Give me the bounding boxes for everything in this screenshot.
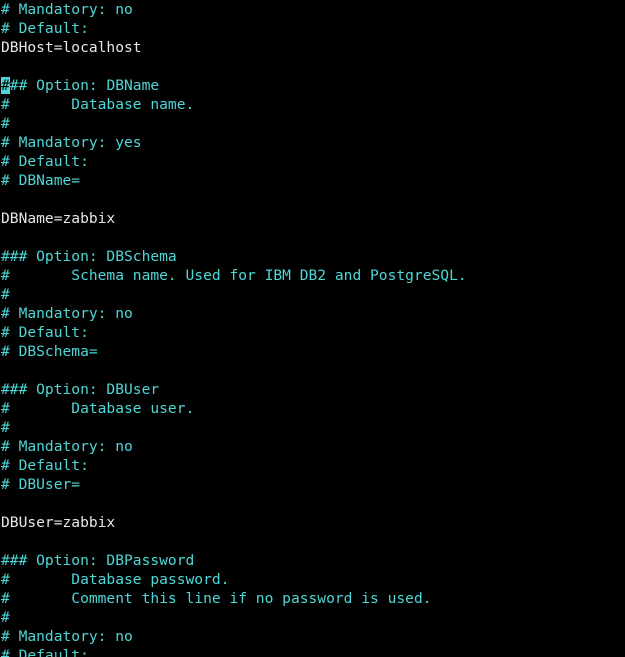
terminal-blank-line	[1, 361, 625, 380]
terminal-line-text: ### Option: DBSchema	[1, 248, 177, 265]
terminal-line: # Mandatory: no	[1, 627, 625, 646]
terminal-line-text	[1, 191, 10, 208]
terminal-line: ### Option: DBName	[1, 76, 625, 95]
terminal-line: ### Option: DBPassword	[1, 551, 625, 570]
terminal-line: # Comment this line if no password is us…	[1, 589, 625, 608]
text-cursor: #	[1, 77, 10, 94]
terminal-window[interactable]: # Mandatory: no # Default: DBHost=localhos…	[0, 0, 625, 657]
terminal-line-text: DBUser=zabbix	[1, 514, 115, 531]
terminal-line-text: # Default:	[1, 153, 89, 170]
terminal-line-text: # Mandatory: no	[1, 1, 133, 18]
terminal-line-text: ### Option: DBPassword	[1, 552, 194, 569]
terminal-line-text: # Default:	[1, 647, 89, 657]
terminal-line-text: DBName=zabbix	[1, 210, 115, 227]
terminal-line-text	[1, 229, 10, 246]
terminal-line-text: # DBSchema=	[1, 343, 98, 360]
terminal-line-text: # Mandatory: no	[1, 305, 133, 322]
terminal-line: # Mandatory: yes	[1, 133, 625, 152]
terminal-line-text	[1, 362, 10, 379]
terminal-line-text: #	[1, 419, 10, 436]
terminal-line-text	[1, 58, 10, 75]
terminal-line-text: # Mandatory: no	[1, 628, 133, 645]
terminal-line: # DBUser=	[1, 475, 625, 494]
terminal-line: # DBSchema=	[1, 342, 625, 361]
terminal-blank-line	[1, 532, 625, 551]
terminal-line-text: #	[1, 115, 10, 132]
terminal-line: # Default:	[1, 152, 625, 171]
terminal-line-text: #	[1, 286, 10, 303]
terminal-line-text: # Default:	[1, 324, 89, 341]
terminal-line: # Schema name. Used for IBM DB2 and Post…	[1, 266, 625, 285]
terminal-line: #	[1, 285, 625, 304]
terminal-line: # Database password.	[1, 570, 625, 589]
terminal-line: # Default:	[1, 19, 625, 38]
terminal-line: # Default:	[1, 456, 625, 475]
terminal-line: DBUser=zabbix	[1, 513, 625, 532]
terminal-line-text: # Mandatory: yes	[1, 134, 142, 151]
terminal-line: # DBName=	[1, 171, 625, 190]
terminal-line: # Mandatory: no	[1, 437, 625, 456]
terminal-line-text	[1, 533, 10, 550]
terminal-line-text: ## Option: DBName	[10, 77, 159, 94]
terminal-line-text: # DBUser=	[1, 476, 80, 493]
terminal-line-text: # Database user.	[1, 400, 194, 417]
terminal-line-text: # Database password.	[1, 571, 229, 588]
terminal-line: # Default:	[1, 646, 625, 657]
terminal-line: #	[1, 114, 625, 133]
terminal-line: # Mandatory: no	[1, 0, 625, 19]
terminal-line: # Database name.	[1, 95, 625, 114]
terminal-line-text: ### Option: DBUser	[1, 381, 159, 398]
terminal-line-text: # Schema name. Used for IBM DB2 and Post…	[1, 267, 467, 284]
terminal-line: DBHost=localhost	[1, 38, 625, 57]
terminal-blank-line	[1, 228, 625, 247]
terminal-line: DBName=zabbix	[1, 209, 625, 228]
terminal-line: ### Option: DBSchema	[1, 247, 625, 266]
terminal-line-text: # DBName=	[1, 172, 80, 189]
terminal-line-text: # Mandatory: no	[1, 438, 133, 455]
terminal-blank-line	[1, 190, 625, 209]
terminal-line: # Default:	[1, 323, 625, 342]
terminal-blank-line	[1, 57, 625, 76]
terminal-line-text	[1, 495, 10, 512]
terminal-line-text: # Database name.	[1, 96, 194, 113]
terminal-line: # Database user.	[1, 399, 625, 418]
terminal-blank-line	[1, 494, 625, 513]
terminal-line-text: # Default:	[1, 457, 89, 474]
terminal-line: # Mandatory: no	[1, 304, 625, 323]
terminal-line-text: # Comment this line if no password is us…	[1, 590, 432, 607]
terminal-line: #	[1, 608, 625, 627]
terminal-line-text: #	[1, 609, 10, 626]
terminal-line: ### Option: DBUser	[1, 380, 625, 399]
terminal-line-text: DBHost=localhost	[1, 39, 142, 56]
terminal-line: #	[1, 418, 625, 437]
terminal-line-text: # Default:	[1, 20, 89, 37]
terminal-text-buffer[interactable]: # Mandatory: no # Default: DBHost=localhos…	[1, 0, 625, 657]
